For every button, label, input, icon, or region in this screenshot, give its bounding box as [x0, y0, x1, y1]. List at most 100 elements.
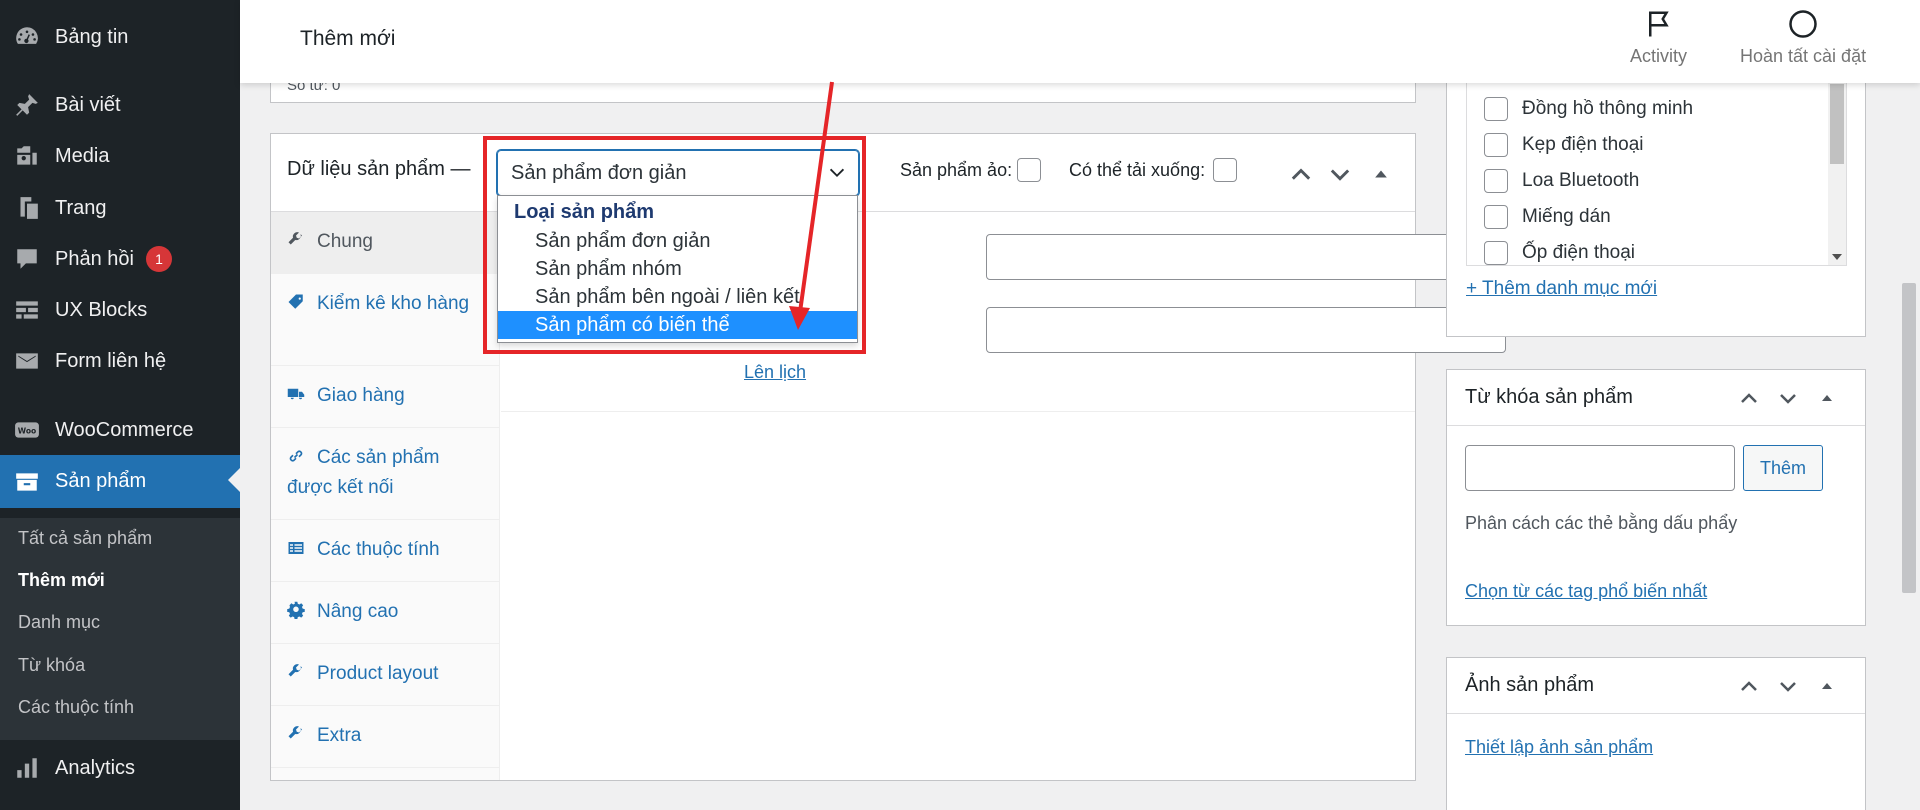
move-down-button[interactable] [1776, 674, 1800, 698]
mail-icon [13, 347, 41, 375]
archive-icon [13, 468, 41, 496]
add-category-link[interactable]: + Thêm danh mục mới [1466, 278, 1657, 300]
products-submenu: Tất cả sản phẩm Thêm mới Danh mục Từ khó… [0, 518, 240, 740]
category-label: Loa Bluetooth [1522, 170, 1640, 191]
chevron-down-icon [1780, 682, 1796, 692]
category-item[interactable]: Ốp điện thoại [1484, 241, 1635, 265]
add-tag-button[interactable]: Thêm [1743, 445, 1823, 491]
category-checkbox[interactable] [1484, 205, 1508, 229]
category-checkbox[interactable] [1484, 97, 1508, 121]
menu-item-ux-blocks[interactable]: UX Blocks [0, 285, 240, 335]
sale-price-input[interactable] [986, 307, 1506, 353]
media-icon [13, 142, 41, 170]
category-checkbox[interactable] [1484, 241, 1508, 265]
image-box-header: Ảnh sản phẩm [1447, 658, 1865, 714]
tab-label: Kiểm kê kho hàng [317, 293, 470, 314]
chevron-up-icon [1291, 168, 1311, 180]
menu-item-pages[interactable]: Trang [0, 183, 240, 233]
product-tags-box: Từ khóa sản phẩm Thêm Phân cách các thẻ … [1446, 369, 1866, 626]
move-up-button[interactable] [1737, 386, 1761, 410]
submenu-all-products[interactable]: Tất cả sản phẩm [18, 528, 152, 549]
menu-item-contact-form[interactable]: Form liên hệ [0, 336, 240, 386]
menu-label: Bài viết [55, 93, 121, 116]
category-item[interactable]: Kẹp điện thoại [1484, 133, 1644, 157]
submenu-add-new[interactable]: Thêm mới [18, 570, 105, 591]
chevron-down-icon [1330, 169, 1350, 181]
tab-label: Nâng cao [317, 601, 399, 622]
admin-sidebar: Bảng tin Bài viết Media Trang Phản hồi 1… [0, 0, 240, 810]
move-up-button[interactable] [1287, 160, 1315, 188]
chart-icon [13, 754, 41, 782]
category-checkbox[interactable] [1484, 133, 1508, 157]
wrench-icon [287, 661, 305, 679]
svg-text:Woo: Woo [18, 426, 37, 435]
finish-setup-button[interactable]: Hoàn tất cài đặt [1740, 8, 1866, 67]
move-down-button[interactable] [1776, 386, 1800, 410]
virtual-checkbox[interactable] [1017, 158, 1041, 182]
activity-label: Activity [1630, 46, 1688, 66]
scrollbar-thumb[interactable] [1830, 84, 1844, 164]
comment-count-badge: 1 [145, 246, 172, 272]
flag-icon [1648, 11, 1669, 37]
category-item[interactable]: Đồng hồ thông minh [1484, 97, 1693, 121]
schedule-sale-link[interactable]: Lên lịch [744, 362, 806, 383]
woo-icon: Woo [13, 416, 41, 444]
toggle-panel-button[interactable] [1367, 160, 1395, 188]
set-product-image-link[interactable]: Thiết lập ảnh sản phẩm [1465, 737, 1653, 758]
downloadable-label: Có thể tải xuống: [1069, 160, 1206, 180]
menu-item-dashboard[interactable]: Bảng tin [0, 12, 240, 62]
circle-progress-icon [1789, 10, 1817, 38]
menu-label: Trang [55, 196, 107, 219]
move-down-button[interactable] [1326, 160, 1354, 188]
regular-price-input[interactable] [986, 234, 1506, 280]
tab-inventory[interactable]: Kiểm kê kho hàng [271, 274, 499, 366]
menu-item-posts[interactable]: Bài viết [0, 80, 240, 130]
finish-setup-label: Hoàn tất cài đặt [1740, 46, 1867, 66]
product-data-title: Dữ liệu sản phẩm — [287, 158, 471, 180]
menu-label: Bảng tin [55, 25, 129, 48]
product-categories-box: Đồng hồ thông minh Kẹp điện thoại Loa Bl… [1446, 60, 1866, 337]
tab-attributes[interactable]: Các thuộc tính [271, 520, 499, 582]
category-label: Kẹp điện thoại [1522, 134, 1644, 155]
category-item[interactable]: Miếng dán [1484, 205, 1611, 229]
scroll-down-arrow-icon[interactable] [1831, 253, 1843, 261]
activity-button[interactable]: Activity [1630, 8, 1687, 67]
page-scrollbar-thumb[interactable] [1902, 283, 1916, 593]
submenu-tags[interactable]: Từ khóa [18, 655, 85, 676]
tab-product-layout[interactable]: Product layout [271, 644, 499, 706]
menu-label: WooCommerce [55, 418, 194, 441]
tab-advanced[interactable]: Nâng cao [271, 582, 499, 644]
tag-input[interactable] [1465, 445, 1735, 491]
toggle-panel-button[interactable] [1815, 674, 1839, 698]
move-up-button[interactable] [1737, 674, 1761, 698]
category-label: Ốp điện thoại [1522, 242, 1636, 263]
category-item[interactable]: Loa Bluetooth [1484, 169, 1639, 193]
menu-item-products[interactable]: Sản phẩm [0, 455, 240, 508]
tab-label: Giao hàng [317, 385, 405, 406]
category-scrollbar[interactable] [1828, 82, 1846, 265]
menu-label: Phản hồi [55, 247, 134, 270]
gear-icon [287, 599, 305, 620]
submenu-attributes[interactable]: Các thuộc tính [18, 697, 134, 718]
product-image-box: Ảnh sản phẩm Thiết lập ảnh sản phẩm [1446, 657, 1866, 810]
category-checkbox[interactable] [1484, 169, 1508, 193]
menu-item-woocommerce[interactable]: Woo WooCommerce [0, 405, 240, 455]
triangle-up-icon [1822, 395, 1832, 401]
tab-general[interactable]: Chung [271, 212, 499, 274]
tags-box-header: Từ khóa sản phẩm [1447, 370, 1865, 426]
tab-extra[interactable]: Extra [271, 706, 499, 768]
menu-item-analytics[interactable]: Analytics [0, 743, 240, 793]
tab-label: Các thuộc tính [317, 539, 440, 560]
tab-linked-products[interactable]: Các sản phẩm được kết nối [271, 428, 499, 520]
chevron-down-icon [1780, 394, 1796, 404]
tab-shipping[interactable]: Giao hàng [271, 366, 499, 428]
page-scrollbar[interactable] [1898, 83, 1920, 810]
downloadable-checkbox[interactable] [1213, 158, 1237, 182]
toggle-panel-button[interactable] [1815, 386, 1839, 410]
page-title: Thêm mới [300, 27, 396, 50]
menu-item-media[interactable]: Media [0, 131, 240, 181]
virtual-label: Sản phẩm ảo: [900, 160, 1013, 180]
menu-item-comments[interactable]: Phản hồi 1 [0, 234, 240, 284]
popular-tags-link[interactable]: Chọn từ các tag phổ biến nhất [1465, 581, 1707, 602]
submenu-categories[interactable]: Danh mục [18, 612, 100, 633]
